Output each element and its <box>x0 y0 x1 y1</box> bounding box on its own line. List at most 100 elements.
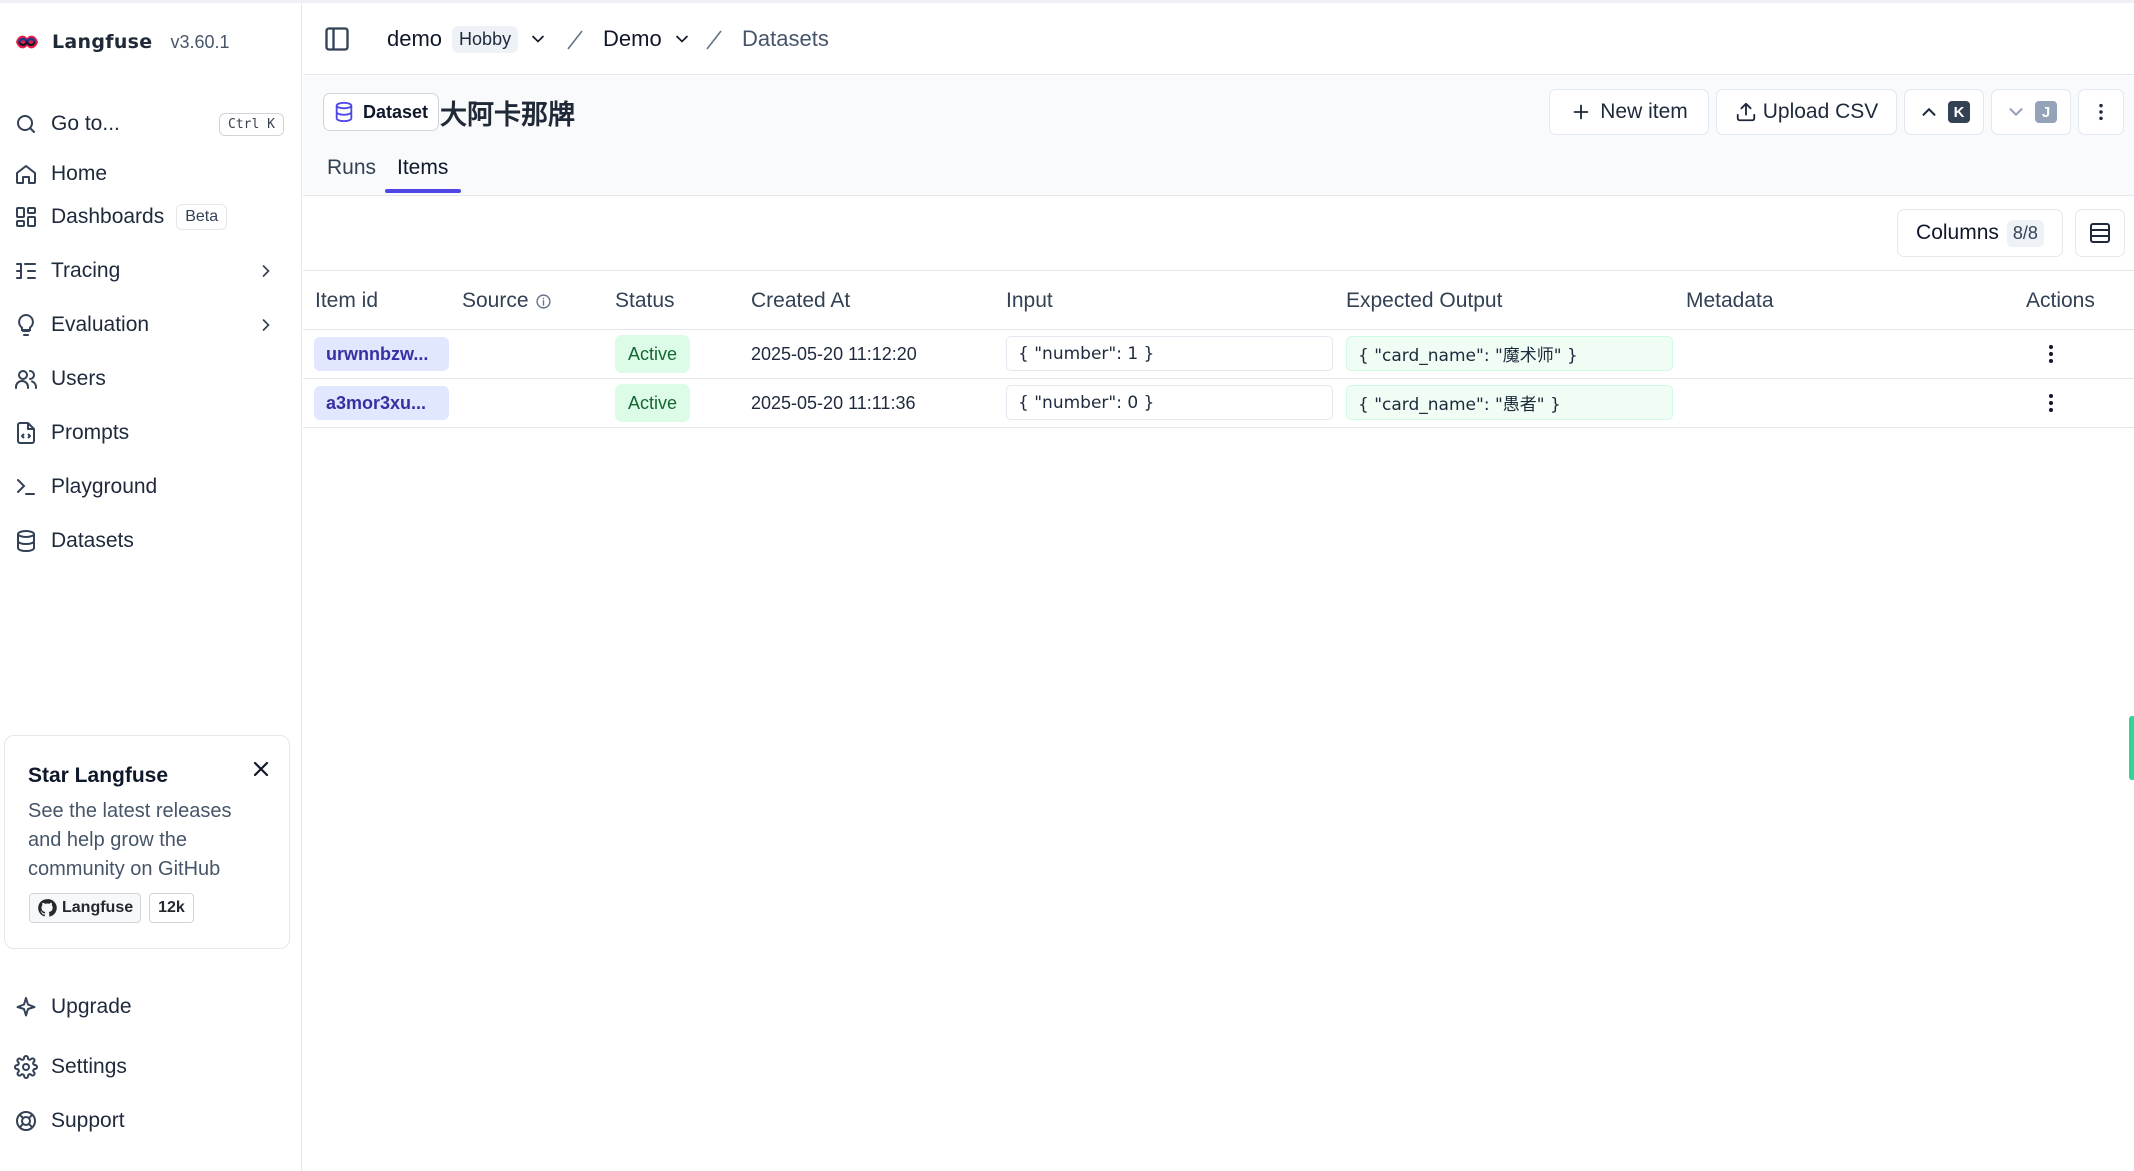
sidebar-item-label: Upgrade <box>51 995 132 1018</box>
item-id-link[interactable]: urwnnbzw... <box>314 337 449 371</box>
close-icon[interactable] <box>249 757 273 781</box>
breadcrumb-project[interactable]: Demo <box>603 23 692 55</box>
sidebar-item-label: Users <box>51 367 106 390</box>
row-actions-button[interactable] <box>2037 389 2065 417</box>
breadcrumb-separator <box>567 30 583 50</box>
chevron-right-icon <box>262 319 270 331</box>
created-at-value: 2025-05-20 11:12:20 <box>751 343 917 364</box>
info-icon[interactable] <box>535 293 552 310</box>
gear-icon <box>14 1055 38 1079</box>
goto-shortcut: Ctrl K <box>219 112 284 136</box>
table-header: Item id Source Status Created At Input E… <box>303 270 2134 330</box>
star-card-title: Star Langfuse <box>28 764 169 787</box>
sidebar-item-tracing[interactable]: Tracing <box>14 249 284 293</box>
brand[interactable]: Langfuse v3.60.1 <box>14 27 230 57</box>
page-name: Datasets <box>742 26 829 51</box>
sidebar-item-support[interactable]: Support <box>14 1099 284 1143</box>
star-langfuse-card: Star Langfuse See the latest releases an… <box>4 735 290 949</box>
column-header-item-id[interactable]: Item id <box>315 271 378 331</box>
column-header-status[interactable]: Status <box>615 271 675 331</box>
item-id-link[interactable]: a3mor3xu... <box>314 386 449 420</box>
terminal-icon <box>17 479 35 495</box>
new-item-button[interactable]: New item <box>1549 89 1709 135</box>
sidebar-item-datasets[interactable]: Datasets <box>14 519 284 563</box>
sidebar-toggle-icon[interactable] <box>323 25 351 53</box>
columns-button[interactable]: Columns 8/8 <box>1897 209 2063 257</box>
github-icon <box>38 899 57 917</box>
upload-csv-label: Upload CSV <box>1762 100 1879 123</box>
sidebar: Langfuse v3.60.1 Go to... Ctrl K Home Da… <box>0 3 302 1171</box>
sidebar-item-label: Prompts <box>51 421 130 444</box>
column-header-input[interactable]: Input <box>1006 271 1053 331</box>
table-row[interactable]: a3mor3xu... Active 2025-05-20 11:11:36 {… <box>303 379 2134 428</box>
active-tab-indicator <box>385 189 461 193</box>
sidebar-item-label: Playground <box>51 475 158 498</box>
tab-items[interactable]: Items <box>387 144 458 192</box>
chevron-down-icon <box>532 35 544 43</box>
lightbulb-icon <box>18 313 34 336</box>
column-header-label: Metadata <box>1686 289 1774 312</box>
previous-item-button[interactable]: K <box>1904 89 1984 135</box>
github-star-count: 12k <box>149 893 194 923</box>
input-value[interactable]: { "number": 0 } <box>1006 385 1333 420</box>
breadcrumb-org[interactable]: demo Hobby <box>387 23 548 55</box>
column-header-label: Item id <box>315 289 379 312</box>
top-header: demo Hobby Demo Datasets <box>303 3 2134 75</box>
column-header-source[interactable]: Source <box>462 271 552 331</box>
dataset-header: Dataset 大阿卡那牌 New item Upload CSV K J Ru… <box>303 76 2134 196</box>
column-header-created-at[interactable]: Created At <box>751 271 850 331</box>
expected-output-value[interactable]: { "card_name": "魔术师" } <box>1346 336 1673 371</box>
tab-runs[interactable]: Runs <box>317 144 386 192</box>
sidebar-item-playground[interactable]: Playground <box>14 465 284 509</box>
tab-label: Items <box>397 156 449 179</box>
brand-version: v3.60.1 <box>170 31 230 52</box>
sidebar-item-home[interactable]: Home <box>14 152 284 196</box>
sidebar-item-label: Tracing <box>51 259 121 282</box>
upload-csv-button[interactable]: Upload CSV <box>1716 89 1897 135</box>
home-icon <box>16 165 36 184</box>
github-star-button[interactable]: Langfuse 12k <box>29 893 194 923</box>
column-header-label: Status <box>615 289 675 312</box>
rows-icon <box>2090 223 2110 243</box>
upload-icon <box>1736 102 1755 122</box>
sidebar-item-users[interactable]: Users <box>14 357 284 401</box>
sidebar-item-evaluation[interactable]: Evaluation <box>14 303 284 347</box>
chevron-up-icon <box>1922 107 1936 116</box>
goto-search[interactable]: Go to... Ctrl K <box>14 102 284 146</box>
next-shortcut-key: J <box>2035 101 2057 123</box>
dataset-badge: Dataset <box>323 93 440 131</box>
row-height-button[interactable] <box>2075 209 2125 257</box>
feedback-tab[interactable] <box>2129 716 2134 780</box>
plan-badge: Hobby <box>452 25 519 53</box>
chevron-down-icon <box>675 35 688 43</box>
column-header-expected-output[interactable]: Expected Output <box>1346 271 1502 331</box>
expected-output-value[interactable]: { "card_name": "愚者" } <box>1346 385 1673 420</box>
column-header-metadata[interactable]: Metadata <box>1686 271 1774 331</box>
columns-label: Columns <box>1916 221 1999 244</box>
tracing-icon <box>16 263 36 279</box>
next-item-button[interactable]: J <box>1991 89 2071 135</box>
more-vertical-icon <box>2099 103 2103 121</box>
star-card-text: See the latest releases and help grow th… <box>28 800 232 880</box>
column-header-label: Input <box>1006 289 1053 312</box>
sidebar-item-label: Datasets <box>51 529 134 552</box>
goto-label: Go to... <box>51 112 120 135</box>
table-row[interactable]: urwnnbzw... Active 2025-05-20 11:12:20 {… <box>303 330 2134 379</box>
breadcrumb-page[interactable]: Datasets <box>742 23 829 55</box>
sidebar-item-prompts[interactable]: Prompts <box>14 411 284 455</box>
column-header-actions: Actions <box>2026 271 2095 331</box>
chevron-right-icon <box>262 265 270 277</box>
sidebar-item-upgrade[interactable]: Upgrade <box>14 985 284 1029</box>
search-icon <box>17 115 35 133</box>
database-icon <box>335 101 353 123</box>
sparkle-icon <box>16 997 36 1017</box>
sidebar-item-dashboards[interactable]: Dashboards Beta <box>14 195 284 239</box>
sidebar-item-settings[interactable]: Settings <box>14 1045 284 1089</box>
row-actions-button[interactable] <box>2037 340 2065 368</box>
sidebar-item-label: Evaluation <box>51 313 150 336</box>
new-item-label: New item <box>1600 100 1688 123</box>
github-label-box[interactable]: Langfuse <box>29 893 142 923</box>
input-value[interactable]: { "number": 1 } <box>1006 336 1333 371</box>
more-options-button[interactable] <box>2078 89 2124 135</box>
more-vertical-icon <box>2049 345 2053 363</box>
